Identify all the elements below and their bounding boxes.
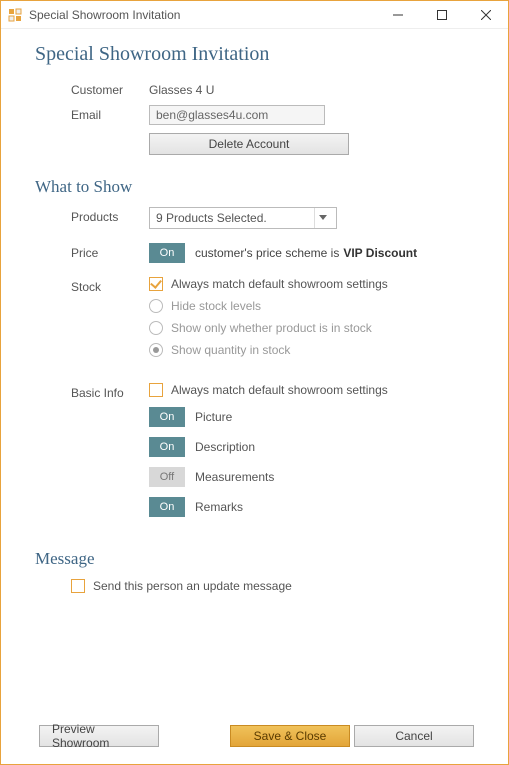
maximize-icon (437, 10, 447, 20)
delete-account-row: Delete Account (71, 133, 474, 155)
minimize-button[interactable] (376, 1, 420, 29)
remarks-toggle[interactable]: On (149, 497, 185, 517)
minimize-icon (393, 10, 403, 20)
section-what-to-show: What to Show (35, 177, 474, 197)
price-label: Price (71, 243, 149, 260)
stock-label: Stock (71, 277, 149, 294)
stock-radio-instockonly[interactable] (149, 321, 163, 335)
footer: Preview Showroom Save & Close Cancel (1, 720, 508, 764)
close-icon (481, 10, 491, 20)
basicinfo-always-match-label: Always match default showroom settings (171, 383, 388, 397)
measurements-label: Measurements (195, 470, 274, 484)
customer-row: Customer Glasses 4 U (71, 80, 474, 97)
app-icon (7, 7, 23, 23)
customer-label: Customer (71, 80, 149, 97)
section-message: Message (35, 549, 474, 569)
close-button[interactable] (464, 1, 508, 29)
stock-radio-quantity[interactable] (149, 343, 163, 357)
content-area: Special Showroom Invitation Customer Gla… (1, 29, 508, 720)
description-toggle[interactable]: On (149, 437, 185, 457)
basicinfo-row: Basic Info Always match default showroom… (71, 383, 474, 527)
picture-toggle[interactable]: On (149, 407, 185, 427)
price-toggle[interactable]: On (149, 243, 185, 263)
stock-radio-quantity-label: Show quantity in stock (171, 343, 290, 357)
send-update-checkbox[interactable] (71, 579, 85, 593)
stock-radio-hide[interactable] (149, 299, 163, 313)
price-row: Price On customer's price scheme is VIP … (71, 243, 474, 263)
delete-account-button[interactable]: Delete Account (149, 133, 349, 155)
stock-row: Stock Always match default showroom sett… (71, 277, 474, 365)
price-scheme-text: customer's price scheme is (195, 246, 339, 260)
products-select-text: 9 Products Selected. (156, 211, 314, 225)
picture-label: Picture (195, 410, 232, 424)
products-select[interactable]: 9 Products Selected. (149, 207, 337, 229)
window-frame: Special Showroom Invitation Special Show… (0, 0, 509, 765)
measurements-toggle[interactable]: Off (149, 467, 185, 487)
basicinfo-label: Basic Info (71, 383, 149, 400)
preview-showroom-button[interactable]: Preview Showroom (39, 725, 159, 747)
products-label: Products (71, 207, 149, 224)
remarks-label: Remarks (195, 500, 243, 514)
basicinfo-always-match-checkbox[interactable] (149, 383, 163, 397)
chevron-down-icon (314, 208, 330, 228)
titlebar: Special Showroom Invitation (1, 1, 508, 29)
email-label: Email (71, 105, 149, 122)
send-update-label: Send this person an update message (93, 579, 292, 593)
stock-always-match-label: Always match default showroom settings (171, 277, 388, 291)
price-scheme-value: VIP Discount (343, 246, 417, 260)
cancel-button[interactable]: Cancel (354, 725, 474, 747)
email-row: Email (71, 105, 474, 125)
save-close-button[interactable]: Save & Close (230, 725, 350, 747)
page-title: Special Showroom Invitation (35, 43, 474, 66)
maximize-button[interactable] (420, 1, 464, 29)
stock-always-match-checkbox[interactable] (149, 277, 163, 291)
stock-radio-hide-label: Hide stock levels (171, 299, 261, 313)
description-label: Description (195, 440, 255, 454)
products-row: Products 9 Products Selected. (71, 207, 474, 229)
message-row: Send this person an update message (71, 579, 474, 601)
email-input[interactable] (149, 105, 325, 125)
window-title: Special Showroom Invitation (29, 8, 180, 22)
stock-radio-instockonly-label: Show only whether product is in stock (171, 321, 372, 335)
customer-value: Glasses 4 U (149, 80, 214, 97)
